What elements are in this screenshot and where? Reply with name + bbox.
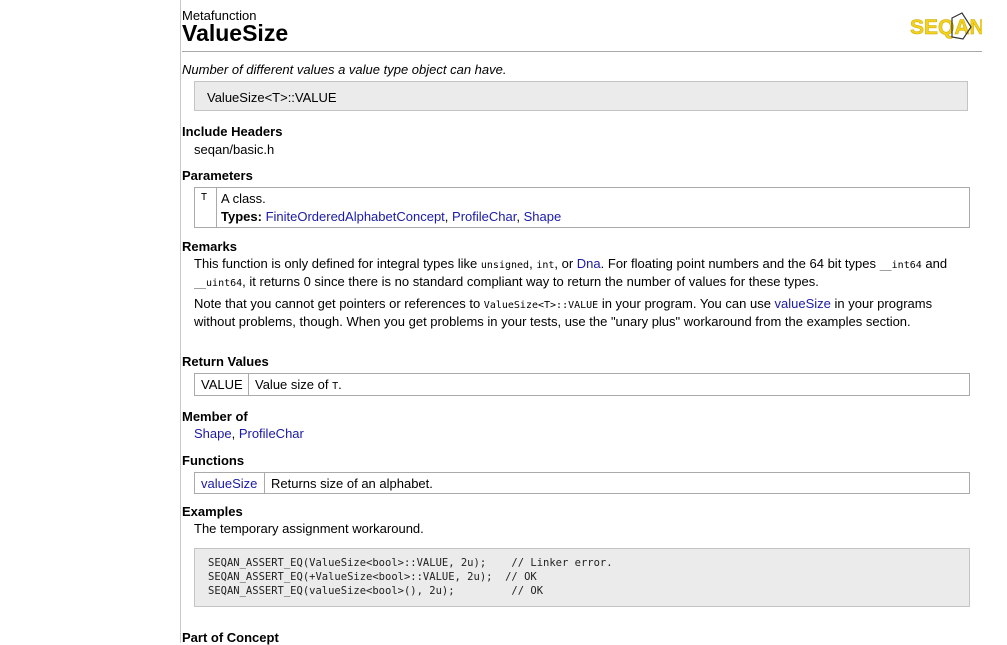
code-line: SEQAN_ASSERT_EQ(valueSize<bool>(), 2u); … [208, 585, 544, 597]
param-name-cell: T [195, 188, 217, 227]
return-name: VALUE [201, 377, 243, 392]
member-of-list: Shape, ProfileChar [194, 426, 304, 441]
signature-box: ValueSize<T>::VALUE [194, 81, 968, 111]
member-link-profile-char[interactable]: ProfileChar [239, 426, 304, 441]
functions-heading: Functions [182, 453, 245, 468]
type-link-shape[interactable]: Shape [524, 209, 562, 224]
page-title: ValueSize [182, 20, 289, 46]
examples-description: The temporary assignment workaround. [194, 521, 424, 536]
member-link-shape[interactable]: Shape [194, 426, 232, 441]
remarks-body: This function is only defined for integr… [194, 256, 974, 330]
signature-text: ValueSize<T>::VALUE [207, 90, 337, 105]
remarks-heading: Remarks [182, 239, 237, 254]
remarks-paragraph-2: Note that you cannot get pointers or ref… [194, 296, 933, 329]
parameters-heading: Parameters [182, 168, 253, 183]
return-values-heading: Return Values [182, 354, 269, 369]
summary-text: Number of different values a value type … [182, 62, 507, 77]
code-line: SEQAN_ASSERT_EQ(+ValueSize<bool>::VALUE,… [208, 571, 537, 583]
type-link-finite-ordered-alphabet-concept[interactable]: FiniteOrderedAlphabetConcept [266, 209, 445, 224]
examples-heading: Examples [182, 504, 243, 519]
sidebar-divider [180, 0, 181, 643]
function-description: Returns size of an alphabet. [271, 476, 433, 491]
param-description: A class. [221, 191, 266, 206]
include-headers-heading: Include Headers [182, 124, 283, 139]
remarks-paragraph-1: This function is only defined for integr… [194, 256, 948, 289]
return-values-table: VALUE Value size of T. [194, 373, 970, 396]
seqan-logo[interactable]: SEQAN [908, 10, 982, 42]
title-divider [182, 51, 982, 52]
parameters-table: T A class. Types: FiniteOrderedAlphabetC… [194, 187, 970, 228]
dna-link[interactable]: Dna [577, 256, 601, 271]
return-name-cell: VALUE [195, 374, 249, 395]
example-code-block: SEQAN_ASSERT_EQ(ValueSize<bool>::VALUE, … [194, 548, 970, 607]
include-file: seqan/basic.h [194, 142, 275, 157]
param-types: Types: FiniteOrderedAlphabetConcept, Pro… [221, 209, 562, 224]
function-name-cell: valueSize [195, 473, 265, 493]
param-name: T [201, 192, 208, 203]
types-label: Types: [221, 209, 262, 224]
code-line: SEQAN_ASSERT_EQ(ValueSize<bool>::VALUE, … [208, 557, 613, 569]
function-link-valuesize[interactable]: valueSize [201, 476, 257, 491]
return-description: Value size of T. [255, 377, 342, 392]
member-of-heading: Member of [182, 409, 248, 424]
type-link-profile-char[interactable]: ProfileChar [452, 209, 516, 224]
functions-table: valueSize Returns size of an alphabet. [194, 472, 970, 494]
valuesize-link[interactable]: valueSize [775, 296, 831, 311]
